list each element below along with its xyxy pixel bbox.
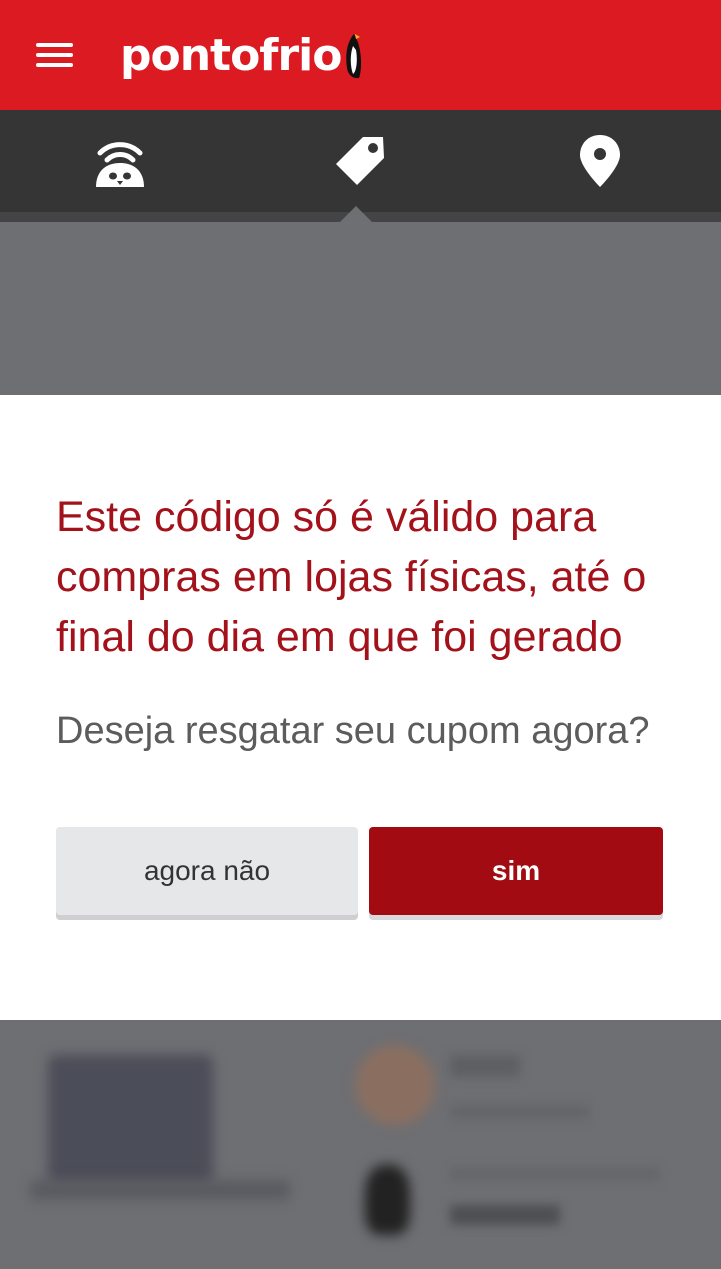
blurred-penguin-icon — [365, 1165, 410, 1235]
location-pin-icon — [580, 135, 620, 187]
blurred-product-base — [30, 1180, 290, 1200]
tab-stores[interactable] — [480, 110, 720, 212]
menu-bar — [36, 43, 73, 47]
hamburger-menu-button[interactable] — [28, 32, 82, 78]
app-screen: pontofrio Este código só é válido para c… — [0, 0, 721, 1269]
menu-bar — [36, 63, 73, 67]
blurred-avatar — [355, 1045, 435, 1125]
app-header: pontofrio — [0, 0, 721, 110]
tab-wifi[interactable] — [0, 110, 240, 212]
blurred-text — [450, 1105, 590, 1119]
penguin-logo-icon — [346, 34, 362, 79]
blurred-text — [450, 1055, 520, 1077]
menu-bar — [36, 53, 73, 57]
coupon-confirm-dialog: Este código só é válido para compras em … — [0, 395, 721, 1020]
not-now-button[interactable]: agora não — [56, 827, 358, 915]
tag-icon — [336, 137, 384, 185]
brand-logo[interactable]: pontofrio — [120, 26, 363, 86]
logo-text: pontofrio — [120, 30, 342, 81]
blurred-text — [450, 1205, 560, 1225]
blurred-product-image — [48, 1055, 213, 1185]
active-tab-indicator — [340, 206, 372, 222]
wifi-penguin-icon — [96, 142, 144, 187]
background-overlay-top — [0, 222, 721, 395]
dialog-question: Deseja resgatar seu cupom agora? — [56, 710, 650, 752]
background-overlay-bottom — [0, 1020, 721, 1269]
tab-coupons[interactable] — [240, 110, 480, 212]
dialog-title: Este código só é válido para compras em … — [56, 493, 647, 661]
blurred-text — [450, 1168, 660, 1180]
tab-bar — [0, 110, 721, 222]
yes-button[interactable]: sim — [369, 827, 663, 915]
